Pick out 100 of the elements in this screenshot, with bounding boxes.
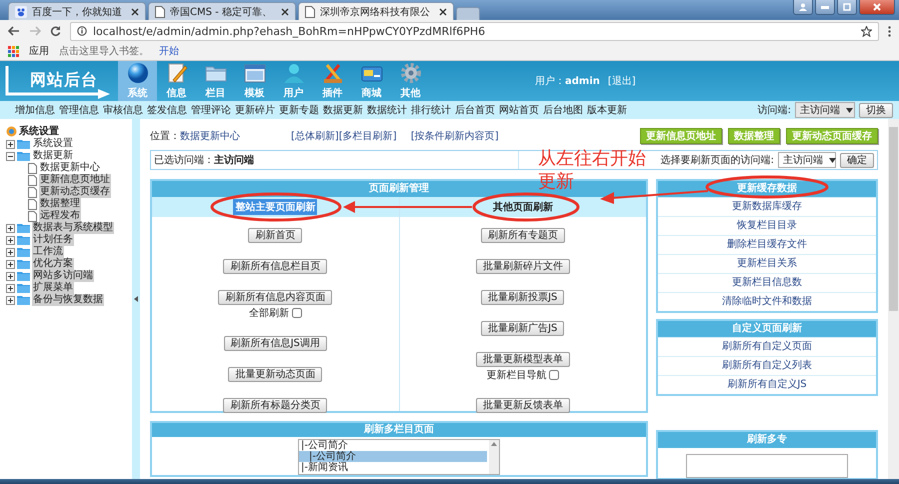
folder-icon [17, 151, 30, 161]
minimize-button[interactable] [815, 0, 835, 15]
switch-button[interactable]: 切换 [859, 102, 893, 118]
refresh-button[interactable]: 批量更新反馈表单 [476, 398, 570, 413]
refresh-button[interactable]: 刷新所有信息内容页面 [218, 290, 332, 305]
folder-icon [17, 283, 30, 293]
menu-item[interactable]: 网站首页 [499, 103, 539, 117]
expand-toggle-icon[interactable] [6, 248, 15, 256]
expand-toggle-icon[interactable] [6, 272, 15, 280]
document-icon [28, 174, 37, 186]
menu-item[interactable]: 管理评论 [191, 103, 231, 117]
refresh-button[interactable]: 批量刷新广告JS [481, 321, 564, 336]
confirm-button[interactable]: 确定 [840, 152, 874, 168]
refresh-link[interactable]: [多栏目刷新] [338, 128, 411, 142]
cache-link[interactable]: 更新数据库缓存 [658, 197, 876, 216]
tree-item[interactable]: 数据整理 [39, 198, 81, 210]
checkbox[interactable] [292, 308, 302, 318]
folder-icon [17, 235, 30, 245]
list-option[interactable]: |-公司简介 [299, 451, 487, 462]
tree-title: 系统设置 [19, 124, 59, 138]
tree-item[interactable]: 优化方案 [32, 258, 74, 270]
menu-item[interactable]: 更新专题 [279, 103, 319, 117]
refresh-button[interactable]: 刷新所有信息栏目页 [223, 259, 328, 274]
cache-link[interactable]: 更新栏目信息数 [658, 273, 876, 292]
custom-refresh-link[interactable]: 刷新所有自定义JS [658, 375, 876, 394]
menu-item[interactable]: 后台首页 [455, 103, 495, 117]
tree-item[interactable]: 工作流 [32, 246, 64, 258]
expand-toggle-icon[interactable] [6, 236, 15, 244]
selected-visitor: 已选访问端：主访问端 [154, 153, 254, 167]
menu-item[interactable]: 排行统计 [411, 103, 451, 117]
bookmark-link[interactable]: 开始 [159, 44, 179, 58]
scrollbar-thumb[interactable] [889, 127, 898, 311]
expand-toggle-icon[interactable] [6, 140, 15, 148]
scrollbar[interactable] [888, 119, 899, 479]
refresh-button[interactable]: 批量刷新碎片文件 [476, 259, 570, 274]
checkbox[interactable] [549, 370, 560, 380]
tree-item[interactable]: 扩展菜单 [32, 282, 74, 294]
folder-icon [17, 259, 30, 269]
tree-item[interactable]: 系统设置 [32, 138, 74, 150]
tree-item[interactable]: 备份与恢复数据 [32, 294, 104, 306]
tree-item[interactable]: 计划任务 [32, 234, 74, 246]
refresh-button[interactable]: 批量刷新投票JS [481, 290, 564, 305]
menu-item[interactable]: 数据统计 [367, 103, 407, 117]
cache-link[interactable]: 删除栏目缓存文件 [658, 235, 876, 254]
refresh-button[interactable]: 批量更新模型表单 [476, 352, 570, 367]
browser-tab[interactable]: 百度一下，你就知道 [8, 2, 146, 20]
maximize-button[interactable] [837, 0, 857, 15]
document-icon [28, 210, 37, 222]
address-bar[interactable]: localhost/e/admin/admin.php?ehash_BohRm=nHPpwCY0YPzdMRlf6PH6 [70, 22, 879, 40]
visitor-select[interactable]: 主访问端 [778, 152, 836, 168]
menu-item[interactable]: 管理信息 [59, 103, 99, 117]
refresh-button[interactable]: 刷新所有标题分类页 [223, 398, 328, 413]
close-button[interactable] [859, 0, 895, 15]
tree-item[interactable]: 更新信息页地址 [39, 174, 111, 186]
refresh-button[interactable]: 刷新首页 [248, 228, 302, 243]
menu-item[interactable]: 增加信息 [15, 103, 55, 117]
tree-item[interactable]: 数据表与系统模型 [32, 222, 114, 234]
cache-link[interactable]: 清除临时文件和数据 [658, 292, 876, 311]
expand-toggle-icon[interactable] [6, 260, 15, 268]
document-icon [28, 162, 37, 174]
refresh-button[interactable]: 刷新所有信息JS调用 [224, 336, 327, 351]
collapse-arrow-icon [134, 296, 138, 302]
browser-tab[interactable]: 深圳帝京网络科技有限公 [298, 2, 454, 20]
custom-refresh-link[interactable]: 刷新所有自定义页面 [658, 337, 876, 356]
list-option[interactable]: |-公司简介 [299, 440, 487, 451]
window-icon [242, 62, 266, 84]
tree-item[interactable]: 更新动态页缓存 [39, 186, 111, 198]
refresh-link[interactable]: [按条件刷新内容页] [410, 128, 504, 142]
browser-tab[interactable]: 帝国CMS - 稳定可靠、 [148, 2, 296, 20]
panel-header: 刷新多专 [658, 432, 876, 448]
column-listbox[interactable]: |-公司简介 |-公司简介 |-新闻资讯 [298, 439, 500, 475]
reload-icon [50, 26, 61, 36]
bookmark-apps-label[interactable]: 应用 [29, 44, 49, 58]
refresh-link[interactable]: [总体刷新] [291, 128, 339, 142]
expand-toggle-icon[interactable] [6, 224, 15, 232]
tree-item[interactable]: 网站多访问端 [32, 270, 94, 282]
list-option[interactable]: |-新闻资讯 [299, 462, 487, 473]
menu-item[interactable]: 数据更新 [323, 103, 363, 117]
close-icon [873, 3, 881, 11]
menu-item[interactable]: 签发信息 [147, 103, 187, 117]
custom-refresh-link[interactable]: 刷新所有自定义列表 [658, 356, 876, 375]
tree-item[interactable]: 远程发布 [39, 210, 81, 222]
collapse-toggle-icon[interactable] [6, 152, 15, 160]
tree-item[interactable]: 数据更新 [32, 150, 74, 162]
menu-item[interactable]: 审核信息 [103, 103, 143, 117]
refresh-button[interactable]: 批量更新动态页面 [228, 367, 322, 382]
account-button[interactable] [793, 0, 813, 15]
person-icon [799, 3, 807, 11]
tree-item[interactable]: 数据更新中心 [39, 162, 101, 174]
dropdown-arrow-icon [846, 108, 853, 112]
menu-item[interactable]: 后台地图 [543, 103, 583, 117]
cache-link[interactable]: 恢复栏目目录 [658, 216, 876, 235]
menu-item[interactable]: 版本更新 [587, 103, 627, 117]
refresh-button[interactable]: 刷新所有专题页 [480, 228, 565, 243]
cache-link[interactable]: 更新栏目关系 [658, 254, 876, 273]
menu-item[interactable]: 更新碎片 [235, 103, 275, 117]
expand-toggle-icon[interactable] [6, 296, 15, 304]
visitor-select[interactable]: 主访问端 [795, 102, 855, 118]
expand-toggle-icon[interactable] [6, 284, 15, 292]
panel-header: 刷新多栏目页面 [152, 423, 646, 437]
